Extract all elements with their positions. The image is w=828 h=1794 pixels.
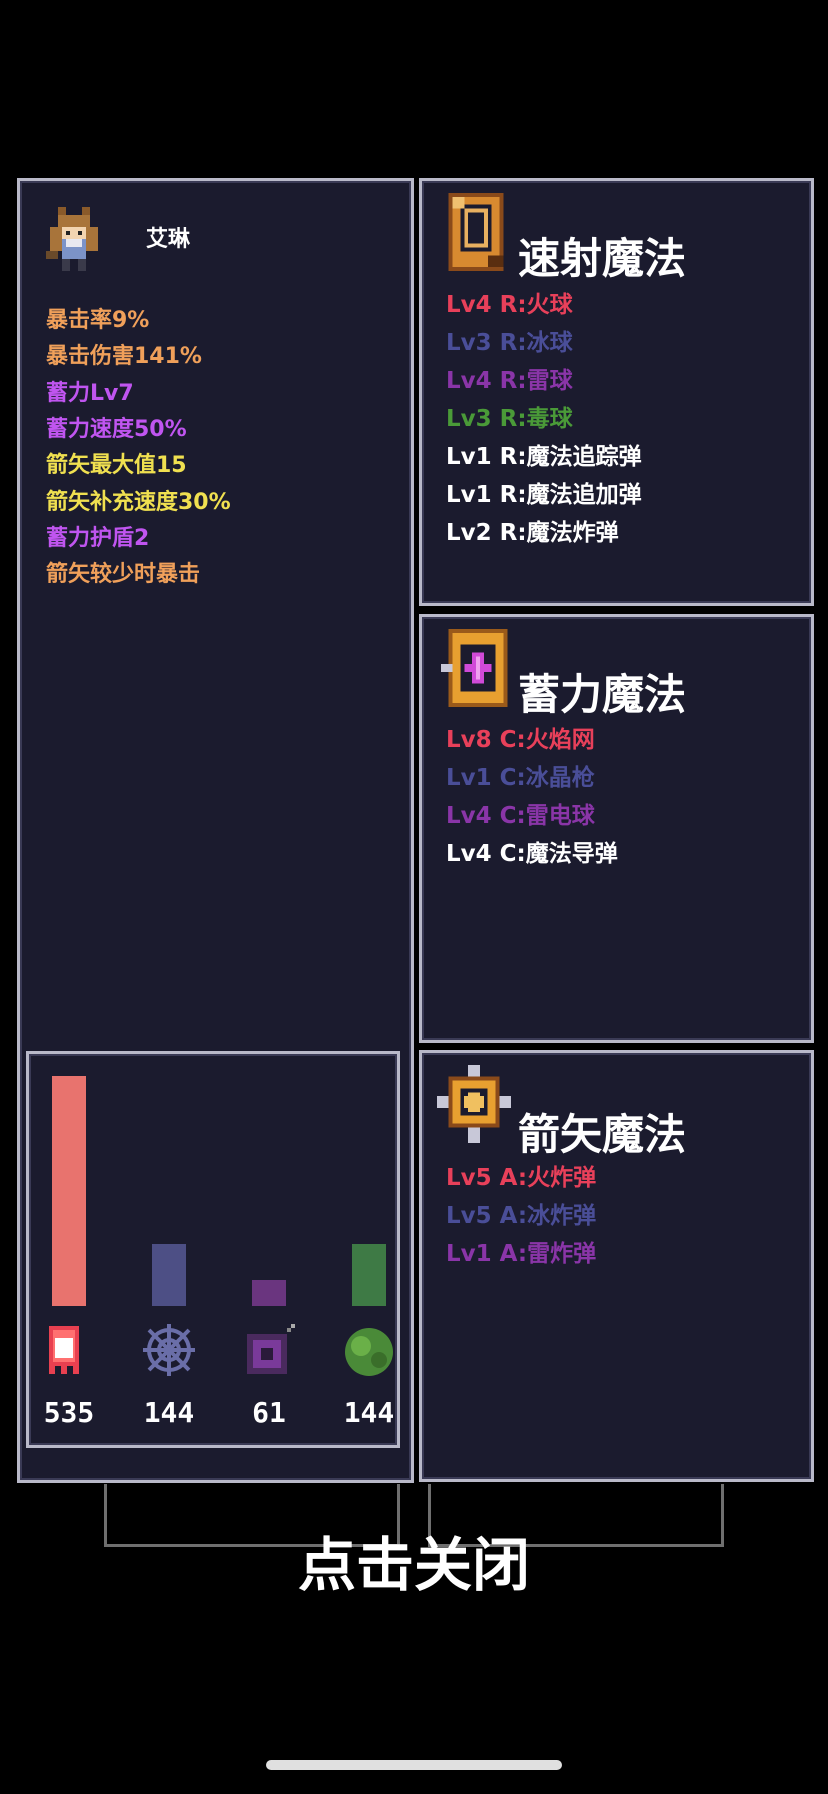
rapid-magic-entry: Lv1 R:魔法追加弹 (446, 482, 642, 508)
arrow-magic-icon (436, 1064, 512, 1144)
thunder-orb-icon (241, 1322, 301, 1384)
arrow-magic-panel: 箭矢魔法 Lv5 A:火炸弹 Lv5 A:冰炸弹 Lv1 A:雷炸弹 (419, 1050, 814, 1482)
rapid-magic-icon (448, 192, 504, 272)
charge-magic-entry: Lv4 C:魔法导弹 (446, 841, 618, 867)
stat-line: 蓄力速度50% (46, 416, 187, 442)
damage-value: 144 (143, 1396, 195, 1429)
rapid-magic-entry: Lv3 R:毒球 (446, 406, 573, 432)
damage-bar (352, 1244, 386, 1306)
stat-line: 暴击率9% (46, 308, 150, 333)
character-sprite-icon (46, 207, 98, 271)
rapid-magic-entry: Lv4 R:雷球 (446, 368, 573, 394)
rapid-magic-entry: Lv3 R:冰球 (446, 330, 573, 356)
stat-line: 蓄力Lv7 (46, 380, 134, 406)
character-panel: 艾琳 暴击率9% 暴击伤害141% 蓄力Lv7 蓄力速度50% 箭矢最大值15 箭矢补充速… (17, 178, 414, 1483)
arrow-magic-entry: Lv1 A:雷炸弹 (446, 1241, 597, 1267)
damage-value: 535 (43, 1396, 95, 1429)
fire-ghost-icon (41, 1322, 87, 1380)
charge-magic-panel: 蓄力魔法 Lv8 C:火焰网 Lv1 C:冰晶枪 Lv4 C:雷电球 Lv4 C:魔法… (419, 614, 814, 1043)
ice-web-icon (141, 1322, 197, 1382)
damage-bar (52, 1076, 86, 1306)
rapid-magic-panel: 速射魔法 Lv4 R:火球 Lv3 R:冰球 Lv4 R:雷球 Lv3 R:毒球 Lv1… (419, 178, 814, 606)
stat-line: 箭矢较少时暴击 (46, 562, 201, 588)
damage-value: 144 (343, 1396, 395, 1429)
close-button[interactable]: 点击关闭 (0, 1518, 828, 1602)
arrow-magic-entry: Lv5 A:冰炸弹 (446, 1203, 597, 1229)
damage-bar (152, 1244, 186, 1306)
rapid-magic-entry: Lv2 R:魔法炸弹 (446, 520, 619, 546)
charge-magic-entry: Lv8 C:火焰网 (446, 727, 595, 753)
arrow-magic-title: 箭矢魔法 (518, 1110, 687, 1159)
stat-line: 箭矢最大值15 (46, 453, 187, 479)
damage-bar (252, 1280, 286, 1306)
charge-magic-title: 蓄力魔法 (518, 670, 687, 719)
arrow-magic-entry: Lv5 A:火炸弹 (446, 1165, 597, 1191)
damage-value: 61 (252, 1396, 286, 1429)
charge-magic-entry: Lv1 C:冰晶枪 (446, 765, 595, 791)
stat-line: 蓄力护盾2 (46, 525, 150, 551)
charge-magic-entry: Lv4 C:雷电球 (446, 803, 595, 829)
character-name: 艾琳 (146, 227, 191, 252)
damage-chart-panel: 535 144 61 144 (26, 1051, 400, 1448)
rapid-magic-entry: Lv4 R:火球 (446, 292, 573, 318)
home-indicator[interactable] (266, 1760, 562, 1770)
rapid-magic-title: 速射魔法 (518, 234, 687, 283)
rapid-magic-entry: Lv1 R:魔法追踪弹 (446, 444, 642, 470)
stat-line: 箭矢补充速度30% (46, 489, 231, 515)
poison-blob-icon (341, 1322, 399, 1382)
charge-magic-icon (440, 628, 508, 708)
stat-line: 暴击伤害141% (46, 344, 202, 370)
